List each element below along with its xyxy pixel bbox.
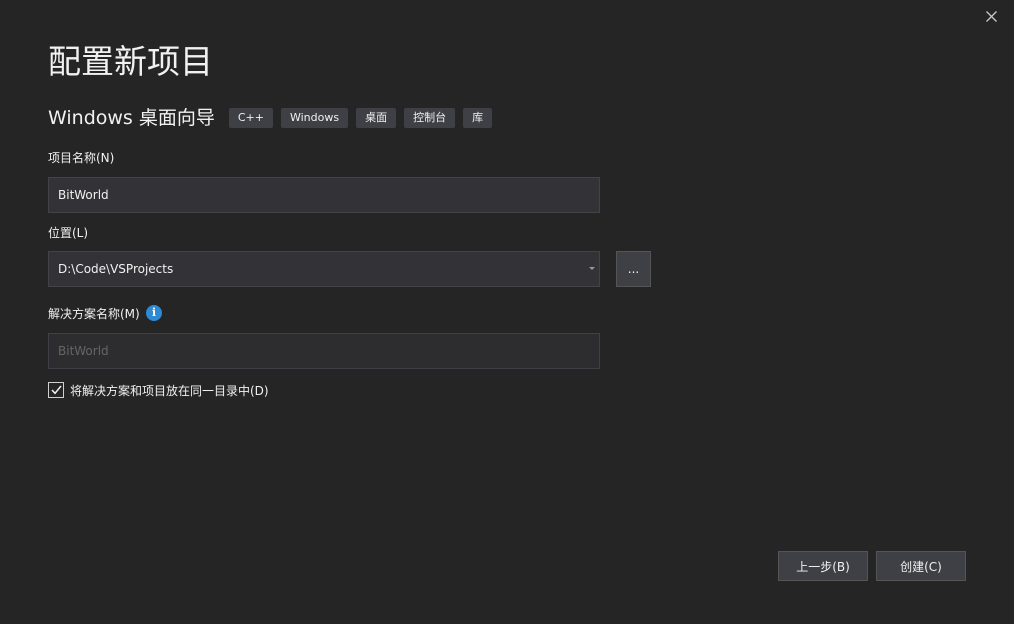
back-button[interactable]: 上一步(B) bbox=[778, 551, 868, 581]
tag-windows: Windows bbox=[280, 108, 349, 128]
tag-cpp: C++ bbox=[228, 108, 273, 128]
project-name-input[interactable]: BitWorld bbox=[48, 177, 600, 213]
tag-console: 控制台 bbox=[404, 108, 456, 128]
chevron-down-icon[interactable] bbox=[589, 267, 595, 270]
tag-desktop: 桌面 bbox=[356, 108, 397, 128]
close-button[interactable] bbox=[980, 5, 1002, 27]
location-label: 位置(L) bbox=[48, 226, 89, 240]
close-icon bbox=[985, 10, 997, 22]
same-directory-checkbox[interactable] bbox=[48, 382, 64, 398]
tag-library: 库 bbox=[463, 108, 493, 128]
browse-button[interactable]: ... bbox=[616, 251, 651, 287]
same-directory-label[interactable]: 将解决方案和项目放在同一目录中(D) bbox=[70, 383, 269, 399]
create-button[interactable]: 创建(C) bbox=[876, 551, 966, 581]
project-name-value: BitWorld bbox=[58, 188, 109, 202]
location-combobox[interactable]: D:\Code\VSProjects bbox=[48, 251, 600, 287]
info-icon[interactable]: i bbox=[146, 305, 162, 321]
solution-name-input: BitWorld bbox=[48, 333, 600, 369]
solution-name-label: 解决方案名称(M) bbox=[48, 307, 140, 321]
checkmark-icon bbox=[50, 385, 62, 395]
template-header: Windows 桌面向导 C++ Windows 桌面 控制台 库 bbox=[48, 104, 500, 132]
template-name: Windows 桌面向导 bbox=[48, 107, 215, 129]
page-title: 配置新项目 bbox=[48, 42, 213, 81]
solution-name-placeholder: BitWorld bbox=[58, 344, 109, 358]
project-name-label: 项目名称(N) bbox=[48, 151, 115, 165]
location-value: D:\Code\VSProjects bbox=[58, 262, 174, 276]
